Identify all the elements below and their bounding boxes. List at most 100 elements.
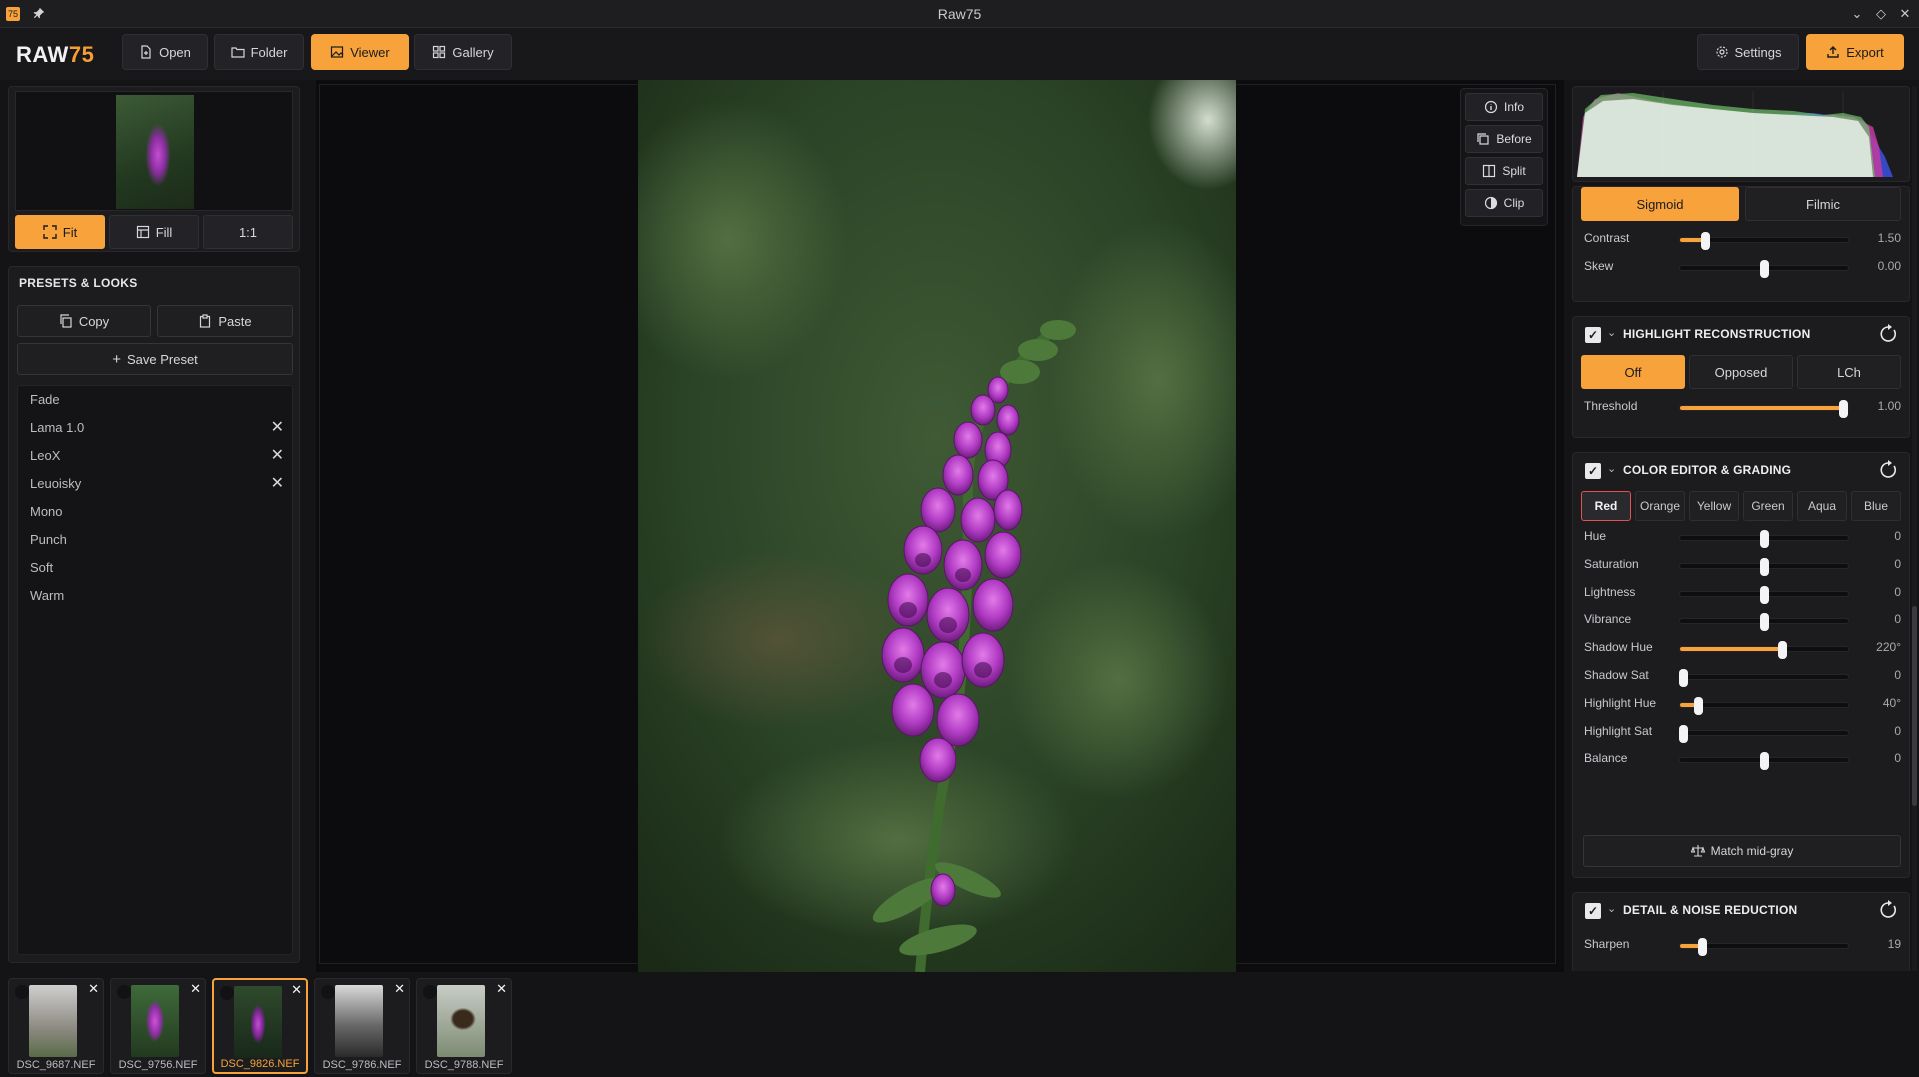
slider-track[interactable] xyxy=(1679,752,1849,771)
copy-button[interactable]: Copy xyxy=(17,305,151,337)
tab-red[interactable]: Red xyxy=(1581,491,1631,521)
mode-lch-button[interactable]: LCh xyxy=(1797,355,1901,389)
tab-aqua[interactable]: Aqua xyxy=(1797,491,1847,521)
slider-handle[interactable] xyxy=(1679,669,1689,687)
filmic-button[interactable]: Filmic xyxy=(1745,187,1901,221)
section-header[interactable]: ✓ ⌄ COLOR EDITOR & GRADING xyxy=(1573,453,1909,487)
slider-track[interactable] xyxy=(1679,585,1849,604)
folder-button[interactable]: Folder xyxy=(214,34,304,70)
select-toggle[interactable] xyxy=(117,985,131,999)
slider-track[interactable] xyxy=(1679,641,1849,660)
close-icon[interactable]: ✕ xyxy=(291,982,302,998)
main-photo[interactable] xyxy=(638,80,1236,972)
select-toggle[interactable] xyxy=(220,986,234,1000)
select-toggle[interactable] xyxy=(15,985,29,999)
image-viewer[interactable]: Info Before Split Clip xyxy=(316,80,1564,972)
close-icon[interactable]: ✕ xyxy=(88,981,99,997)
slider-handle[interactable] xyxy=(1697,938,1707,956)
close-icon[interactable]: ✕ xyxy=(496,981,507,997)
save-preset-button[interactable]: + Save Preset xyxy=(17,343,293,375)
reset-icon[interactable] xyxy=(1879,324,1899,344)
enable-checkbox[interactable]: ✓ xyxy=(1585,463,1601,479)
preset-item[interactable]: Fade xyxy=(18,386,292,414)
filmstrip-item[interactable]: ✕ DSC_9786.NEF xyxy=(314,978,410,1074)
filmstrip-item[interactable]: ✕ DSC_9788.NEF xyxy=(416,978,512,1074)
zoom-fill-button[interactable]: Fill xyxy=(109,215,199,249)
slider-track[interactable] xyxy=(1679,669,1849,687)
enable-checkbox[interactable]: ✓ xyxy=(1585,903,1601,919)
slider-track[interactable] xyxy=(1679,232,1849,250)
sigmoid-button[interactable]: Sigmoid xyxy=(1581,187,1739,221)
remove-preset-icon[interactable]: ✕ xyxy=(271,414,284,442)
slider-track[interactable] xyxy=(1679,557,1849,576)
mode-off-button[interactable]: Off xyxy=(1581,355,1685,389)
preset-item[interactable]: Warm xyxy=(18,582,292,610)
select-toggle[interactable] xyxy=(423,985,437,999)
tab-blue[interactable]: Blue xyxy=(1851,491,1901,521)
info-button[interactable]: Info xyxy=(1465,93,1543,121)
slider-handle[interactable] xyxy=(1838,400,1848,418)
slider-track[interactable] xyxy=(1679,260,1849,278)
slider-handle[interactable] xyxy=(1760,752,1769,771)
right-panel-scrollbar[interactable] xyxy=(1912,86,1917,971)
slider-track[interactable] xyxy=(1679,400,1849,418)
tab-green[interactable]: Green xyxy=(1743,491,1793,521)
enable-checkbox[interactable]: ✓ xyxy=(1585,327,1601,343)
slider-track[interactable] xyxy=(1679,938,1849,956)
maximize-icon[interactable]: ◇ xyxy=(1873,0,1889,28)
slider-handle[interactable] xyxy=(1760,585,1769,604)
chevron-down-icon[interactable]: ⌄ xyxy=(1607,902,1616,915)
preset-item[interactable]: Punch xyxy=(18,526,292,554)
filmstrip-item[interactable]: ✕ DSC_9687.NEF xyxy=(8,978,104,1074)
reset-icon[interactable] xyxy=(1879,900,1899,920)
open-button[interactable]: Open xyxy=(122,34,208,70)
tab-orange[interactable]: Orange xyxy=(1635,491,1685,521)
preset-item[interactable]: Lama 1.0 ✕ xyxy=(18,414,292,442)
export-button[interactable]: Export xyxy=(1806,34,1904,70)
filmstrip-item[interactable]: ✕ DSC_9756.NEF xyxy=(110,978,206,1074)
remove-preset-icon[interactable]: ✕ xyxy=(271,442,284,470)
match-mid-gray-button[interactable]: Match mid-gray xyxy=(1583,835,1901,867)
close-icon[interactable]: ✕ xyxy=(1897,0,1913,28)
chevron-down-icon[interactable]: ⌄ xyxy=(1849,0,1865,28)
slider-track[interactable] xyxy=(1679,724,1849,743)
preset-item[interactable]: Soft xyxy=(18,554,292,582)
before-button[interactable]: Before xyxy=(1465,125,1543,153)
slider-track[interactable] xyxy=(1679,613,1849,632)
zoom-100-button[interactable]: 1:1 xyxy=(203,215,293,249)
slider-handle[interactable] xyxy=(1760,613,1769,632)
slider-handle[interactable] xyxy=(1760,530,1769,548)
filmstrip-item[interactable]: ✕ DSC_9826.NEF xyxy=(212,978,308,1074)
close-icon[interactable]: ✕ xyxy=(394,981,405,997)
slider-track[interactable] xyxy=(1679,530,1849,548)
navigator-thumbnail[interactable] xyxy=(15,91,293,211)
viewer-button[interactable]: Viewer xyxy=(311,34,409,70)
split-button[interactable]: Split xyxy=(1465,157,1543,185)
tab-yellow[interactable]: Yellow xyxy=(1689,491,1739,521)
slider-handle[interactable] xyxy=(1701,232,1711,250)
preset-item[interactable]: LeoX ✕ xyxy=(18,442,292,470)
scrollbar-thumb[interactable] xyxy=(1912,606,1917,806)
paste-button[interactable]: Paste xyxy=(157,305,293,337)
select-toggle[interactable] xyxy=(321,985,335,999)
chevron-down-icon[interactable]: ⌄ xyxy=(1607,462,1616,475)
settings-button[interactable]: Settings xyxy=(1697,34,1799,70)
slider-handle[interactable] xyxy=(1760,260,1769,278)
slider-handle[interactable] xyxy=(1694,696,1704,715)
close-icon[interactable]: ✕ xyxy=(190,981,201,997)
mode-opposed-button[interactable]: Opposed xyxy=(1689,355,1793,389)
slider-handle[interactable] xyxy=(1778,641,1788,660)
zoom-fit-button[interactable]: Fit xyxy=(15,215,105,249)
gallery-button[interactable]: Gallery xyxy=(414,34,512,70)
reset-icon[interactable] xyxy=(1879,460,1899,480)
slider-track[interactable] xyxy=(1679,696,1849,715)
chevron-down-icon[interactable]: ⌄ xyxy=(1607,326,1616,339)
section-header[interactable]: ✓ ⌄ DETAIL & NOISE REDUCTION xyxy=(1573,893,1909,927)
slider-handle[interactable] xyxy=(1760,557,1769,576)
preset-item[interactable]: Mono xyxy=(18,498,292,526)
section-header[interactable]: ✓ ⌄ HIGHLIGHT RECONSTRUCTION xyxy=(1573,317,1909,351)
preset-item[interactable]: Leuoisky ✕ xyxy=(18,470,292,498)
remove-preset-icon[interactable]: ✕ xyxy=(271,470,284,498)
slider-handle[interactable] xyxy=(1679,724,1689,743)
clip-button[interactable]: Clip xyxy=(1465,189,1543,217)
